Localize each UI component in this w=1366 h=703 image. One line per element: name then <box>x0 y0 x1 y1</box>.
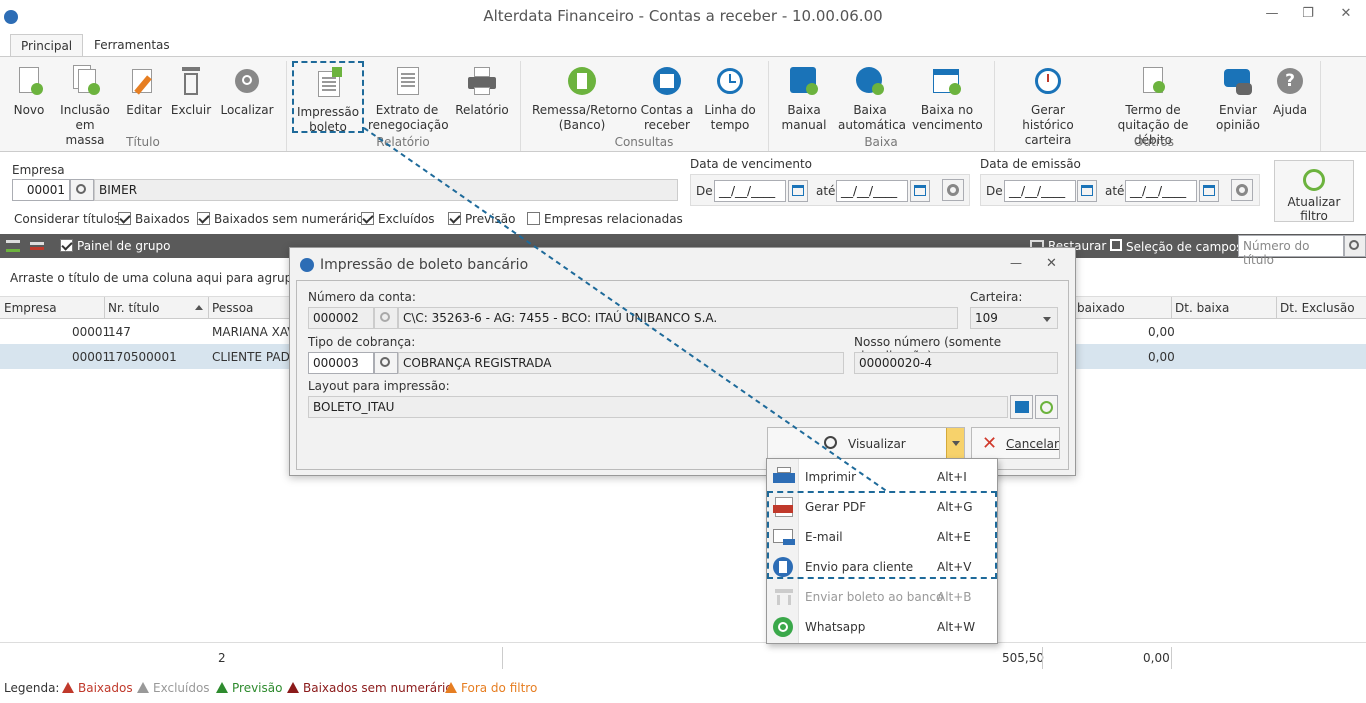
annotation-connector <box>363 127 889 493</box>
